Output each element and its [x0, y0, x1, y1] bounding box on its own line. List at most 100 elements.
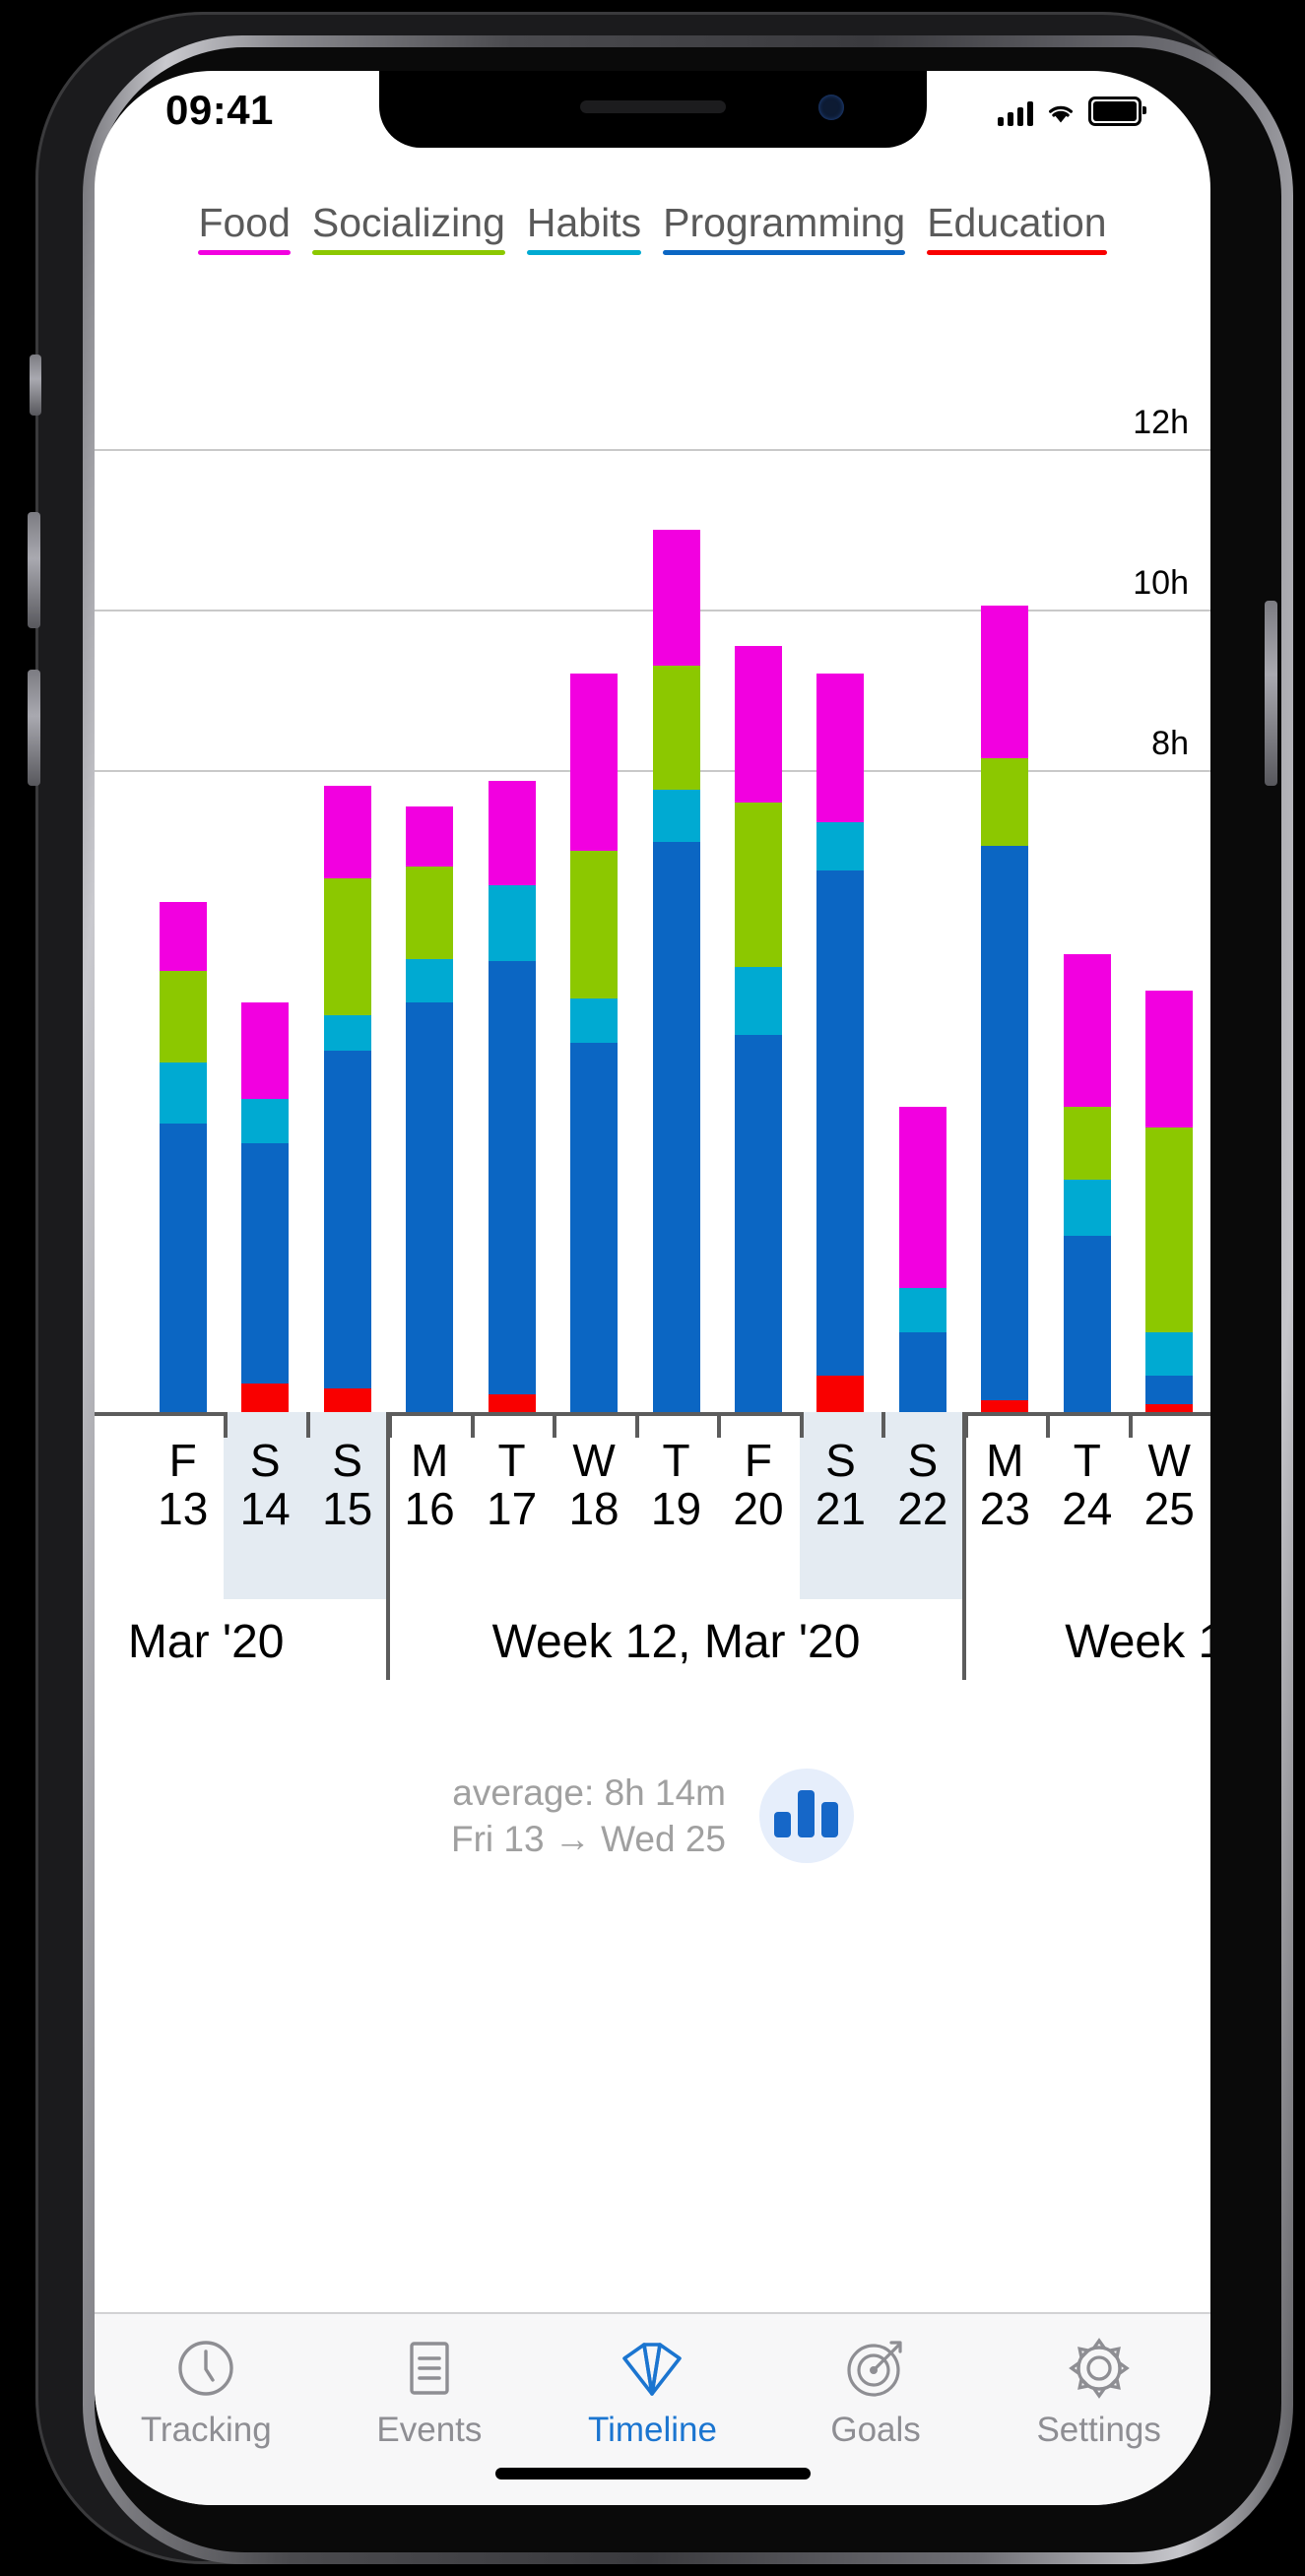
- bar-chart-icon[interactable]: [758, 1769, 854, 1863]
- legend-color-bar: [198, 250, 291, 256]
- tab-settings[interactable]: Settings: [987, 2336, 1210, 2450]
- chart-bar-segment: [159, 1123, 207, 1412]
- volume-down-button[interactable]: [28, 670, 40, 786]
- chart-bar-segment: [652, 529, 700, 667]
- chart-bar-segment: [816, 674, 865, 822]
- chart-bar-segment: [570, 998, 619, 1044]
- axis-day-cell[interactable]: W 25: [1129, 1412, 1210, 1599]
- chart-bar-segment: [816, 821, 865, 870]
- axis-day-number: 16: [404, 1482, 455, 1534]
- chart-bar[interactable]: [816, 674, 865, 1412]
- chart-bar-segment: [241, 1099, 290, 1143]
- chart-bar-segment: [652, 666, 700, 791]
- axis-day-number: 25: [1143, 1482, 1195, 1534]
- chart-bar-segment: [734, 802, 782, 967]
- legend-item-socializing[interactable]: Socializing: [311, 199, 505, 259]
- chart-bar-segment: [981, 757, 1029, 847]
- chart-x-axis[interactable]: F 13 S 14 S 15 M 16 T 17 W 18 T 19 F 20 S 21 S 22 M 23 T 24 W 25: [95, 1412, 1210, 1680]
- home-indicator[interactable]: [494, 2468, 811, 2479]
- axis-day-cell[interactable]: S 15: [305, 1412, 389, 1599]
- chart-bar[interactable]: [1145, 991, 1194, 1412]
- axis-day-number: 14: [239, 1482, 291, 1534]
- legend-item-education[interactable]: Education: [927, 199, 1107, 259]
- axis-day-cell[interactable]: S 21: [799, 1412, 882, 1599]
- legend-color-bar: [311, 250, 505, 256]
- chart-bar[interactable]: [159, 902, 207, 1412]
- axis-day-of-week: F: [168, 1435, 197, 1486]
- axis-day-cell[interactable]: F 13: [142, 1412, 224, 1599]
- axis-day-number: 18: [568, 1482, 620, 1534]
- week-label: Mar '20: [127, 1616, 285, 1668]
- axis-day-cell[interactable]: S 14: [224, 1412, 306, 1599]
- axis-day-number: 19: [650, 1482, 702, 1534]
- axis-day-of-week: M: [410, 1435, 449, 1486]
- tab-label: Settings: [1036, 2411, 1161, 2449]
- tab-tracking[interactable]: Tracking: [95, 2336, 318, 2450]
- axis-day-cell[interactable]: S 22: [881, 1412, 964, 1599]
- chart-bar[interactable]: [652, 529, 700, 1412]
- chart-bar-segment: [652, 790, 700, 843]
- chart-bar-segment: [898, 1331, 946, 1412]
- summary-average: average: 8h 14m: [452, 1771, 726, 1813]
- chart-bar-segment: [159, 970, 207, 1063]
- chart-bar-segment: [1063, 1179, 1111, 1236]
- silent-switch[interactable]: [30, 354, 41, 416]
- tab-events[interactable]: Events: [318, 2336, 542, 2450]
- legend-item-food[interactable]: Food: [198, 199, 291, 259]
- chart-bar-segment: [241, 1142, 290, 1385]
- axis-day-cell[interactable]: M 16: [388, 1412, 470, 1599]
- chart-bar-segment: [816, 1376, 865, 1412]
- chart-bar-segment: [898, 1287, 946, 1332]
- legend-label: Socializing: [311, 200, 505, 245]
- axis-tick: [224, 1412, 228, 1438]
- chart-bar-segment: [1063, 1235, 1111, 1412]
- axis-day-cell[interactable]: W 18: [553, 1412, 634, 1599]
- axis-day-number: 20: [733, 1482, 784, 1534]
- legend-item-programming[interactable]: Programming: [663, 199, 906, 259]
- chart-bar[interactable]: [570, 674, 619, 1412]
- legend-color-bar: [663, 250, 906, 256]
- tab-timeline[interactable]: Timeline: [541, 2336, 764, 2450]
- week-labels: Mar '20 Week 12, Mar '20 Week 1: [95, 1599, 1210, 1717]
- timeline-bar-chart[interactable]: 8h 10h 12h: [95, 366, 1210, 1412]
- axis-day-cell[interactable]: T 19: [635, 1412, 717, 1599]
- chart-bar[interactable]: [323, 786, 371, 1412]
- chart-bar[interactable]: [488, 780, 536, 1412]
- chart-bar-segment: [1063, 1107, 1111, 1180]
- chart-bar-segment: [1145, 1376, 1194, 1404]
- chart-bar[interactable]: [898, 1107, 946, 1412]
- axis-day-cell[interactable]: M 23: [964, 1412, 1046, 1599]
- chart-bar-segment: [570, 674, 619, 851]
- chart-bar-segment: [488, 780, 536, 885]
- chart-bar-segment: [981, 846, 1029, 1400]
- chart-bar-segment: [1145, 1403, 1194, 1412]
- cellular-signal-icon: [998, 100, 1033, 126]
- legend-label: Food: [198, 200, 291, 245]
- target-arrow-icon: [843, 2336, 908, 2401]
- axis-day-cell[interactable]: T 24: [1046, 1412, 1128, 1599]
- chart-bar[interactable]: [241, 1002, 290, 1412]
- legend-item-habits[interactable]: Habits: [526, 199, 642, 259]
- chart-bar-segment: [241, 1002, 290, 1100]
- tab-label: Events: [376, 2411, 483, 2449]
- axis-day-cell[interactable]: F 20: [717, 1412, 799, 1599]
- chart-bar[interactable]: [406, 805, 454, 1412]
- summary-range: Fri 13 → Wed 25: [451, 1819, 726, 1859]
- volume-up-button[interactable]: [28, 512, 40, 628]
- summary-text: average: 8h 14m Fri 13 → Wed 25: [451, 1770, 726, 1863]
- chart-bar[interactable]: [734, 645, 782, 1412]
- chart-bar[interactable]: [1063, 954, 1111, 1412]
- axis-tick: [634, 1412, 639, 1438]
- tab-label: Goals: [830, 2411, 921, 2449]
- chart-bar-segment: [323, 1387, 371, 1412]
- chart-bar[interactable]: [981, 605, 1029, 1412]
- tab-goals[interactable]: Goals: [764, 2336, 988, 2450]
- chart-bar-segment: [1145, 991, 1194, 1127]
- axis-day-cell[interactable]: T 17: [471, 1412, 553, 1599]
- chart-bar-segment: [323, 878, 371, 1015]
- screenshot-root: 09:41 Food Socializing Habits Programmin…: [0, 0, 1305, 2576]
- chart-bars: [95, 366, 1210, 1412]
- power-button[interactable]: [1265, 601, 1277, 786]
- week-label: Week 1: [1065, 1616, 1210, 1668]
- axis-day-of-week: T: [497, 1435, 526, 1486]
